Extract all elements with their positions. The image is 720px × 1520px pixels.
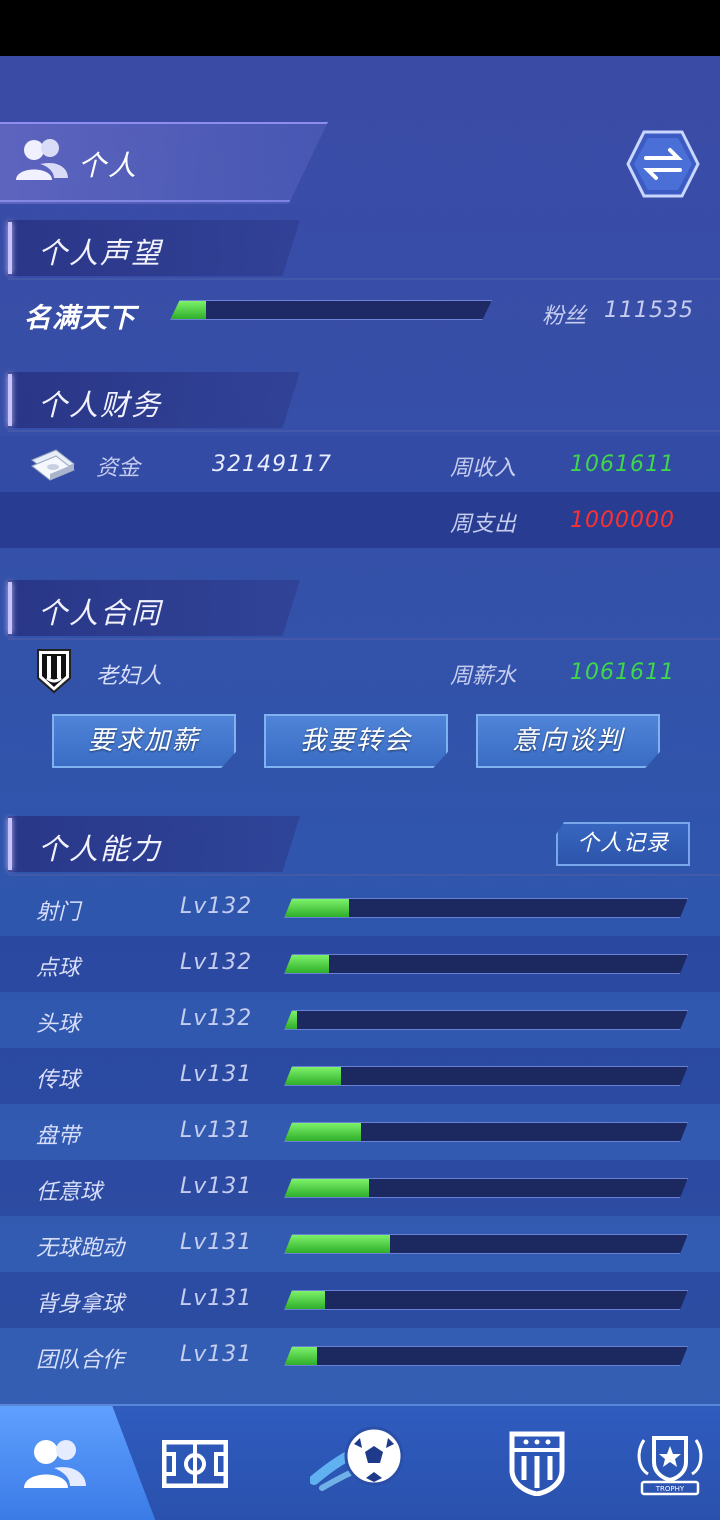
funds-label: 资金 [96, 456, 141, 481]
reputation-rank: 名满天下 [24, 303, 136, 334]
weekly-salary-label: 周薪水 [450, 664, 517, 689]
funds-value: 32149117 [212, 452, 332, 477]
trophy-icon: TROPHY [637, 1436, 703, 1496]
abilities-section-title: 个人能力 [38, 832, 163, 866]
ability-level: Lv132 [180, 1006, 253, 1031]
ability-progress-bar [284, 1290, 688, 1310]
ability-name: 无球跑动 [36, 1236, 125, 1261]
ability-progress-fill [285, 1347, 318, 1365]
ability-level: Lv131 [180, 1230, 253, 1255]
club-name: 老妇人 [96, 664, 163, 689]
finance-section-header: 个人财务 [0, 372, 720, 432]
nav-tab-trophy[interactable]: TROPHY [620, 1406, 720, 1520]
fans-value: 111535 [604, 298, 694, 323]
ability-row: 射门 Lv132 [0, 880, 720, 936]
nav-tab-match[interactable] [290, 1406, 430, 1520]
players-icon [24, 1440, 86, 1488]
ability-level: Lv131 [180, 1342, 253, 1367]
ability-progress-fill [285, 1179, 370, 1197]
ability-row: 盘带 Lv131 [0, 1104, 720, 1160]
ability-progress-bar [284, 954, 688, 974]
contract-section-header: 个人合同 [0, 580, 720, 640]
ability-progress-bar [284, 1066, 688, 1086]
request-raise-button[interactable]: 要求加薪 [52, 714, 236, 768]
ability-name: 背身拿球 [36, 1292, 125, 1317]
ability-row: 无球跑动 Lv131 [0, 1216, 720, 1272]
ability-progress-bar [284, 1346, 688, 1366]
reputation-progress-bar [170, 300, 492, 320]
ability-level: Lv132 [180, 950, 253, 975]
club-badge-icon [509, 1431, 565, 1496]
soccer-ball-icon [310, 1426, 404, 1491]
reputation-progress-fill [171, 301, 207, 319]
ability-level: Lv131 [180, 1174, 253, 1199]
ability-progress-fill [285, 1123, 362, 1141]
fans-label: 粉丝 [542, 304, 587, 329]
ability-level: Lv132 [180, 894, 253, 919]
ability-name: 盘带 [36, 1124, 81, 1149]
request-transfer-button[interactable]: 我要转会 [264, 714, 448, 768]
pitch-icon [162, 1440, 228, 1488]
bottom-nav: TROPHY [0, 1404, 720, 1520]
ability-progress-bar [284, 898, 688, 918]
negotiation-button[interactable]: 意向谈判 [476, 714, 660, 768]
ability-name: 任意球 [36, 1180, 103, 1205]
players-icon [16, 139, 68, 180]
ability-progress-fill [285, 899, 350, 917]
money-icon [31, 449, 75, 481]
ability-progress-bar [284, 1234, 688, 1254]
ability-level: Lv131 [180, 1062, 253, 1087]
ability-level: Lv131 [180, 1286, 253, 1311]
ability-row: 任意球 Lv131 [0, 1160, 720, 1216]
nav-tab-club[interactable] [490, 1406, 590, 1520]
personal-record-button[interactable]: 个人记录 [556, 822, 690, 866]
ability-progress-fill [285, 1291, 326, 1309]
trophy-label: TROPHY [655, 1485, 685, 1493]
ability-progress-fill [285, 1235, 390, 1253]
ability-level: Lv131 [180, 1118, 253, 1143]
ability-name: 点球 [36, 956, 81, 981]
ability-progress-bar [284, 1178, 688, 1198]
reputation-section-title: 个人声望 [38, 236, 163, 270]
reputation-section-header: 个人声望 [0, 220, 720, 280]
ability-row: 背身拿球 Lv131 [0, 1272, 720, 1328]
ability-progress-bar [284, 1010, 688, 1030]
contract-section-title: 个人合同 [38, 596, 163, 630]
ability-row: 头球 Lv132 [0, 992, 720, 1048]
ability-name: 团队合作 [36, 1348, 125, 1373]
ability-name: 头球 [36, 1012, 81, 1037]
weekly-expense-label: 周支出 [450, 512, 517, 537]
finance-section-title: 个人财务 [38, 388, 163, 422]
ability-row: 点球 Lv132 [0, 936, 720, 992]
weekly-income-value: 1061611 [570, 452, 675, 477]
weekly-expense-value: 1000000 [570, 508, 675, 533]
switch-button[interactable] [626, 130, 700, 198]
page-header: 个人 [0, 122, 720, 204]
club-logo-icon [37, 649, 71, 694]
ability-progress-bar [284, 1122, 688, 1142]
ability-row: 传球 Lv131 [0, 1048, 720, 1104]
ability-row: 团队合作 Lv131 [0, 1328, 720, 1384]
nav-tab-pitch[interactable] [140, 1406, 260, 1520]
weekly-income-label: 周收入 [450, 456, 517, 481]
weekly-salary-value: 1061611 [570, 660, 675, 685]
page-title: 个人 [78, 149, 139, 182]
status-bar [0, 0, 720, 56]
nav-tab-personal[interactable] [0, 1406, 130, 1520]
ability-name: 射门 [36, 900, 81, 925]
ability-progress-fill [285, 955, 330, 973]
ability-progress-fill [285, 1067, 342, 1085]
ability-name: 传球 [36, 1068, 81, 1093]
ability-progress-fill [285, 1011, 298, 1029]
